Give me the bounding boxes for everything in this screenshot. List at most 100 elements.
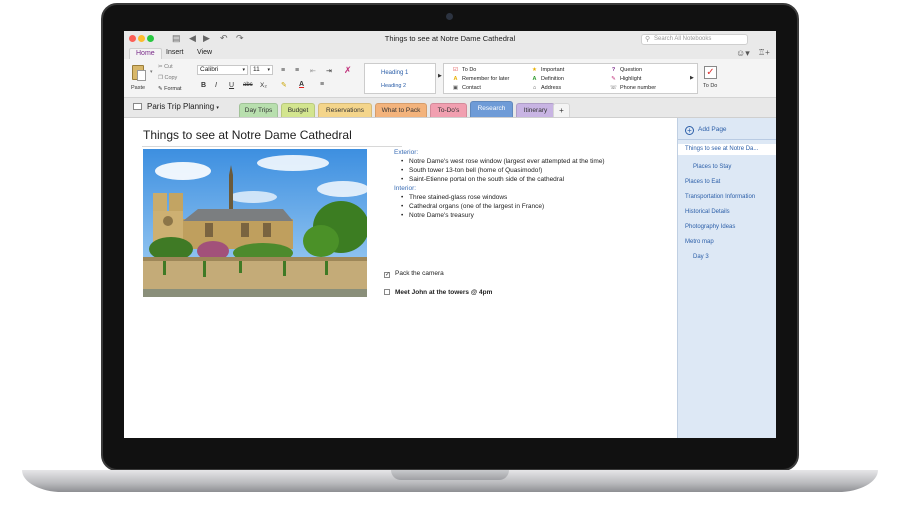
- page-item-metro-map[interactable]: Metro map: [685, 239, 714, 245]
- tag-label: Important: [541, 67, 565, 73]
- format-painter-button[interactable]: ✎ Format: [158, 86, 182, 92]
- format-label: Format: [164, 86, 182, 92]
- cut-button[interactable]: ✂ Cut: [158, 64, 173, 70]
- feedback-smiley-icon[interactable]: ☺▾: [736, 48, 750, 59]
- page-item-places-to-stay[interactable]: Places to Stay: [693, 164, 731, 170]
- section-tab-reservations[interactable]: Reservations: [318, 103, 372, 117]
- research-notes[interactable]: Exterior: Notre Dame's west rose window …: [394, 148, 634, 220]
- section-tab-research[interactable]: Research: [470, 101, 513, 117]
- share-icon[interactable]: ♖+: [758, 48, 770, 57]
- search-icon: ⚲: [645, 36, 651, 43]
- tab-view[interactable]: View: [191, 48, 218, 59]
- section-tab-budget[interactable]: Budget: [281, 103, 315, 117]
- notre-dame-photo[interactable]: [143, 149, 367, 297]
- font-color-icon[interactable]: A: [299, 81, 304, 88]
- highlight-icon[interactable]: ✎: [281, 81, 287, 89]
- font-size-select[interactable]: 11 ▾: [250, 65, 273, 75]
- title-underline: [142, 146, 402, 147]
- paste-button[interactable]: Paste: [129, 62, 149, 94]
- italic-button[interactable]: I: [215, 82, 217, 89]
- indent-icon[interactable]: ⇥: [326, 67, 332, 75]
- tag-label: Definition: [541, 76, 564, 82]
- paste-page-icon: [137, 70, 146, 81]
- page-canvas[interactable]: Things to see at Notre Dame Cathedral Ex…: [124, 119, 677, 438]
- tags-gallery: ☑ To Do A Remember for later ▣ Contact ★ Imp…: [443, 63, 698, 94]
- page-item-things-to-see[interactable]: Things to see at Notre Da...: [678, 144, 776, 155]
- question-mark-icon: ?: [611, 67, 616, 73]
- tags-more-icon[interactable]: ▶: [690, 75, 694, 81]
- cut-label: Cut: [164, 64, 173, 70]
- tag-remember-for-later[interactable]: A Remember for later: [452, 76, 510, 82]
- search-notebooks-input[interactable]: ⚲ Search All Notebooks: [641, 34, 748, 45]
- outdent-icon[interactable]: ⇤: [310, 67, 316, 75]
- style-heading-2[interactable]: Heading 2: [381, 83, 406, 89]
- add-page-button[interactable]: + Add Page: [685, 126, 727, 135]
- section-tab-day-trips[interactable]: Day Trips: [239, 103, 278, 117]
- chevron-down-icon: ▾: [267, 67, 270, 73]
- style-heading-1[interactable]: Heading 1: [381, 70, 408, 76]
- bullets-icon[interactable]: ≡: [281, 67, 285, 74]
- add-section-button[interactable]: +: [553, 103, 570, 117]
- exterior-heading: Exterior:: [394, 149, 419, 156]
- page-item-historical-details[interactable]: Historical Details: [685, 209, 730, 215]
- copy-button[interactable]: ❐ Copy: [158, 75, 177, 81]
- page-item-day-3[interactable]: Day 3: [693, 254, 709, 260]
- tag-important[interactable]: ★ Important: [531, 67, 564, 73]
- todo-item-meet-john[interactable]: Meet John at the towers @ 4pm: [384, 289, 492, 296]
- checked-checkbox-icon[interactable]: ✓: [384, 272, 390, 278]
- star-icon: ★: [532, 67, 537, 73]
- webcam: [446, 13, 453, 20]
- tag-to-do[interactable]: ☑ To Do: [452, 67, 476, 73]
- clear-formatting-icon[interactable]: ✗: [344, 65, 352, 76]
- ribbon-tabs: Home Insert View ☺▾ ♖+: [124, 47, 776, 59]
- tab-insert[interactable]: Insert: [160, 48, 190, 59]
- styles-gallery[interactable]: Heading 1 Heading 2: [364, 63, 436, 94]
- ribbon-home: Paste ▾ ✂ Cut ❐ Copy ✎ Format Calibri ▾ 1…: [124, 59, 776, 98]
- page-item-photography-ideas[interactable]: Photography Ideas: [685, 224, 735, 230]
- tag-phone-number[interactable]: ☏ Phone number: [610, 85, 656, 91]
- tag-highlight[interactable]: ✎ Highlight: [610, 76, 641, 82]
- laptop-frame: ▤ ◀ ▶ ↶ ↷ Things to see at Notre Dame Ca…: [0, 0, 900, 520]
- chevron-down-icon: ▾: [242, 67, 245, 73]
- page-item-transportation[interactable]: Transportation Information: [685, 194, 755, 200]
- align-icon[interactable]: ≡: [320, 81, 324, 88]
- unchecked-checkbox-icon[interactable]: [384, 289, 390, 295]
- list-item: South tower 13-ton bell (home of Quasimo…: [394, 166, 634, 175]
- section-tab-to-dos[interactable]: To-Do's: [430, 103, 467, 117]
- pages-panel: + Add Page Things to see at Notre Da... P…: [677, 118, 776, 438]
- list-item: Three stained-glass rose windows: [394, 193, 634, 202]
- numbering-icon[interactable]: ≡: [295, 67, 299, 74]
- notebook-bar: Paris Trip Planning ▾ Day Trips Budget R…: [124, 98, 776, 118]
- subscript-button[interactable]: X₂: [260, 82, 267, 89]
- tag-label: To Do: [462, 67, 477, 73]
- notebook-icon: [133, 103, 142, 110]
- paste-dropdown-icon[interactable]: ▾: [150, 69, 153, 75]
- section-tab-itinerary[interactable]: Itinerary: [516, 103, 555, 117]
- bold-button[interactable]: B: [201, 82, 206, 89]
- font-size-value: 11: [253, 66, 260, 73]
- tag-question[interactable]: ? Question: [610, 67, 642, 73]
- page-item-places-to-eat[interactable]: Places to Eat: [685, 179, 720, 185]
- highlighter-a-icon: A: [453, 76, 458, 82]
- tag-address[interactable]: ⌂ Address: [531, 85, 561, 91]
- styles-more-icon[interactable]: ▶: [438, 73, 442, 79]
- todo-item-pack-camera[interactable]: ✓ Pack the camera: [384, 270, 444, 278]
- list-item: Notre Dame's west rose window (largest e…: [394, 157, 634, 166]
- strikethrough-button[interactable]: abc: [243, 82, 253, 88]
- section-tab-what-to-pack[interactable]: What to Pack: [375, 103, 427, 117]
- tag-contact[interactable]: ▣ Contact: [452, 85, 481, 91]
- plus-icon: +: [685, 126, 694, 135]
- brush-icon: ✎: [158, 86, 163, 92]
- tag-label: Question: [620, 67, 643, 73]
- tag-definition[interactable]: A Definition: [531, 76, 564, 82]
- tab-home[interactable]: Home: [129, 48, 162, 59]
- notebook-picker[interactable]: Paris Trip Planning ▾: [133, 102, 219, 111]
- tag-label: Address: [541, 85, 562, 91]
- todo-tag-button[interactable]: ✓: [704, 66, 717, 79]
- contact-card-icon: ▣: [452, 85, 459, 91]
- underline-button[interactable]: U: [229, 82, 234, 89]
- add-page-label: Add Page: [698, 126, 727, 133]
- phone-icon: ☏: [610, 85, 617, 91]
- page-title[interactable]: Things to see at Notre Dame Cathedral: [143, 128, 352, 142]
- font-name-select[interactable]: Calibri ▾: [197, 65, 248, 75]
